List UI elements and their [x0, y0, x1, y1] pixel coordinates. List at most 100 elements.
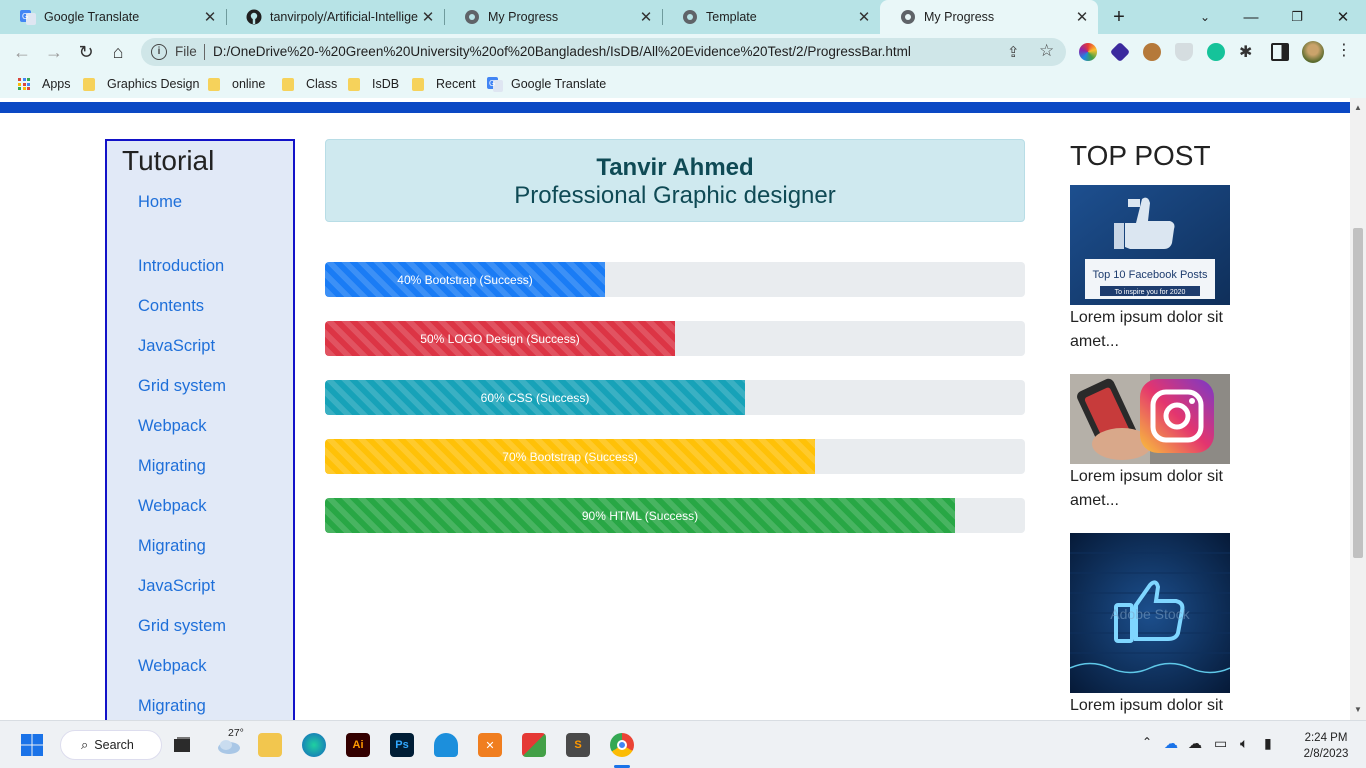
menu-kebab-icon[interactable]: ⋮: [1336, 40, 1354, 59]
sidebar-link-contents[interactable]: Contents: [138, 297, 204, 316]
globe-icon: [900, 9, 916, 25]
photoshop-icon[interactable]: Ps: [390, 733, 414, 757]
bookmark-isdb[interactable]: IsDB: [348, 76, 399, 92]
folder-icon: [412, 77, 424, 91]
task-view-icon[interactable]: [170, 733, 194, 757]
bookmark-apps[interactable]: Apps: [18, 76, 71, 92]
folder-icon: [208, 77, 220, 91]
scrollbar-thumb[interactable]: [1353, 228, 1363, 558]
battery-icon[interactable]: ▮: [1264, 735, 1272, 752]
progress-fill: 60% CSS (Success): [325, 380, 745, 415]
sidebar-link-migrating[interactable]: Migrating: [138, 537, 206, 556]
scroll-down-arrow[interactable]: ▼: [1352, 704, 1364, 716]
app-icon[interactable]: [434, 733, 458, 757]
edge-browser-icon[interactable]: [302, 733, 326, 757]
taskbar-clock[interactable]: 2:24 PM 2/8/2023: [1296, 730, 1356, 762]
github-icon: [246, 9, 262, 25]
profile-avatar[interactable]: [1302, 41, 1324, 63]
sidebar-link-grid-system[interactable]: Grid system: [138, 617, 226, 636]
top-post-title: TOP POST: [1070, 140, 1211, 171]
onedrive-sync-icon[interactable]: ☁: [1164, 735, 1178, 752]
bookmark-label: Graphics Design: [107, 77, 200, 91]
bookmark-recent[interactable]: Recent: [412, 76, 476, 92]
back-button[interactable]: ←: [10, 40, 34, 64]
tab-template[interactable]: Template ✕: [662, 0, 880, 34]
layers-extension-icon[interactable]: [1109, 41, 1131, 63]
home-button[interactable]: ⌂: [106, 40, 130, 64]
bookmark-class[interactable]: Class: [282, 76, 337, 92]
sidebar-link-webpack[interactable]: Webpack: [138, 417, 206, 436]
file-explorer-icon[interactable]: [258, 733, 282, 757]
close-window-button[interactable]: ✕: [1320, 0, 1366, 34]
reload-button[interactable]: ↻: [74, 40, 98, 64]
chevron-up-icon[interactable]: ⌃: [1142, 735, 1152, 749]
side-panel-icon[interactable]: [1271, 43, 1289, 61]
svg-text:G: G: [489, 79, 495, 88]
tab-google-translate[interactable]: G Google Translate ✕: [0, 0, 226, 34]
tab-search-button[interactable]: ⌄: [1182, 0, 1228, 34]
display-icon[interactable]: ▭: [1214, 735, 1227, 752]
sidebar-link-introduction[interactable]: Introduction: [138, 257, 224, 276]
sublime-text-icon[interactable]: S: [566, 733, 590, 757]
sidebar-link-javascript[interactable]: JavaScript: [138, 337, 215, 356]
bookmark-google-translate[interactable]: G Google Translate: [487, 76, 606, 92]
svg-text:G: G: [22, 12, 28, 21]
bookmark-star-icon[interactable]: ☆: [1039, 41, 1054, 61]
grammarly-extension-icon[interactable]: [1207, 43, 1225, 61]
instagram-phone-image[interactable]: [1070, 374, 1230, 464]
color-picker-extension-icon[interactable]: [1079, 43, 1097, 61]
new-tab-button[interactable]: +: [1108, 6, 1130, 28]
sidebar-link-grid-system[interactable]: Grid system: [138, 377, 226, 396]
sidebar-link-migrating[interactable]: Migrating: [138, 697, 206, 716]
sidebar-title: Tutorial: [122, 145, 215, 176]
tab-title: My Progress: [924, 10, 995, 24]
windows-start-icon[interactable]: [20, 733, 44, 757]
close-icon[interactable]: ✕: [636, 8, 656, 26]
address-bar[interactable]: i File D:/OneDrive%20-%20Green%20Univers…: [141, 38, 1066, 66]
sidebar-link-migrating[interactable]: Migrating: [138, 457, 206, 476]
illustrator-icon[interactable]: Ai: [346, 733, 370, 757]
page-top-navbar: [0, 102, 1350, 113]
bookmark-online[interactable]: online: [208, 76, 265, 92]
extensions-puzzle-icon[interactable]: ✱: [1239, 42, 1257, 61]
globe-icon: [464, 9, 480, 25]
progress-bar-bootstrap: 40% Bootstrap (Success): [325, 262, 1025, 297]
bookmark-graphics-design[interactable]: Graphics Design: [83, 76, 199, 92]
address-separator: [204, 44, 205, 60]
sidebar-link-javascript[interactable]: JavaScript: [138, 577, 215, 596]
share-icon[interactable]: ⇪: [1007, 43, 1020, 61]
app-icon-2[interactable]: [522, 733, 546, 757]
close-icon[interactable]: ✕: [854, 8, 874, 26]
google-translate-icon: G: [487, 76, 503, 92]
cookie-extension-icon[interactable]: [1143, 43, 1161, 61]
chrome-icon[interactable]: [610, 733, 634, 757]
scroll-up-arrow[interactable]: ▲: [1352, 102, 1364, 114]
progress-fill: 90% HTML (Success): [325, 498, 955, 533]
sidebar-link-home[interactable]: Home: [138, 193, 182, 212]
post-text: Lorem ipsum dolor sit: [1070, 697, 1223, 714]
shield-extension-icon[interactable]: [1175, 43, 1193, 61]
close-icon[interactable]: ✕: [418, 8, 438, 26]
search-icon: ⌕: [81, 737, 89, 752]
close-icon[interactable]: ✕: [200, 8, 220, 26]
info-icon[interactable]: i: [151, 44, 167, 60]
clock-date: 2/8/2023: [1303, 748, 1349, 760]
cloud-icon[interactable]: ☁: [1188, 735, 1202, 752]
close-icon[interactable]: ✕: [1072, 8, 1092, 26]
forward-button[interactable]: →: [42, 40, 66, 64]
volume-icon[interactable]: 🔈︎: [1240, 735, 1248, 752]
tab-github[interactable]: tanvirpoly/Artificial-Intelligen ✕: [226, 0, 444, 34]
restore-button[interactable]: ❐: [1274, 0, 1320, 34]
sidebar-link-webpack[interactable]: Webpack: [138, 497, 206, 516]
address-url[interactable]: D:/OneDrive%20-%20Green%20University%20o…: [213, 44, 911, 59]
taskbar-search[interactable]: ⌕ Search: [60, 730, 162, 760]
xampp-icon[interactable]: ✕: [478, 733, 502, 757]
sidebar-link-webpack[interactable]: Webpack: [138, 657, 206, 676]
minimize-button[interactable]: —: [1228, 0, 1274, 34]
facebook-thumbs-up-image[interactable]: Top 10 Facebook Posts To inspire you for…: [1070, 185, 1230, 305]
tab-my-progress-active[interactable]: My Progress ✕: [880, 0, 1098, 34]
neon-like-image[interactable]: Adobe Stock: [1070, 533, 1230, 693]
bookmark-label: Class: [306, 77, 338, 91]
tab-my-progress[interactable]: My Progress ✕: [444, 0, 662, 34]
bookmarks-bar: Apps Graphics Design online Class IsDB R…: [0, 70, 1366, 98]
